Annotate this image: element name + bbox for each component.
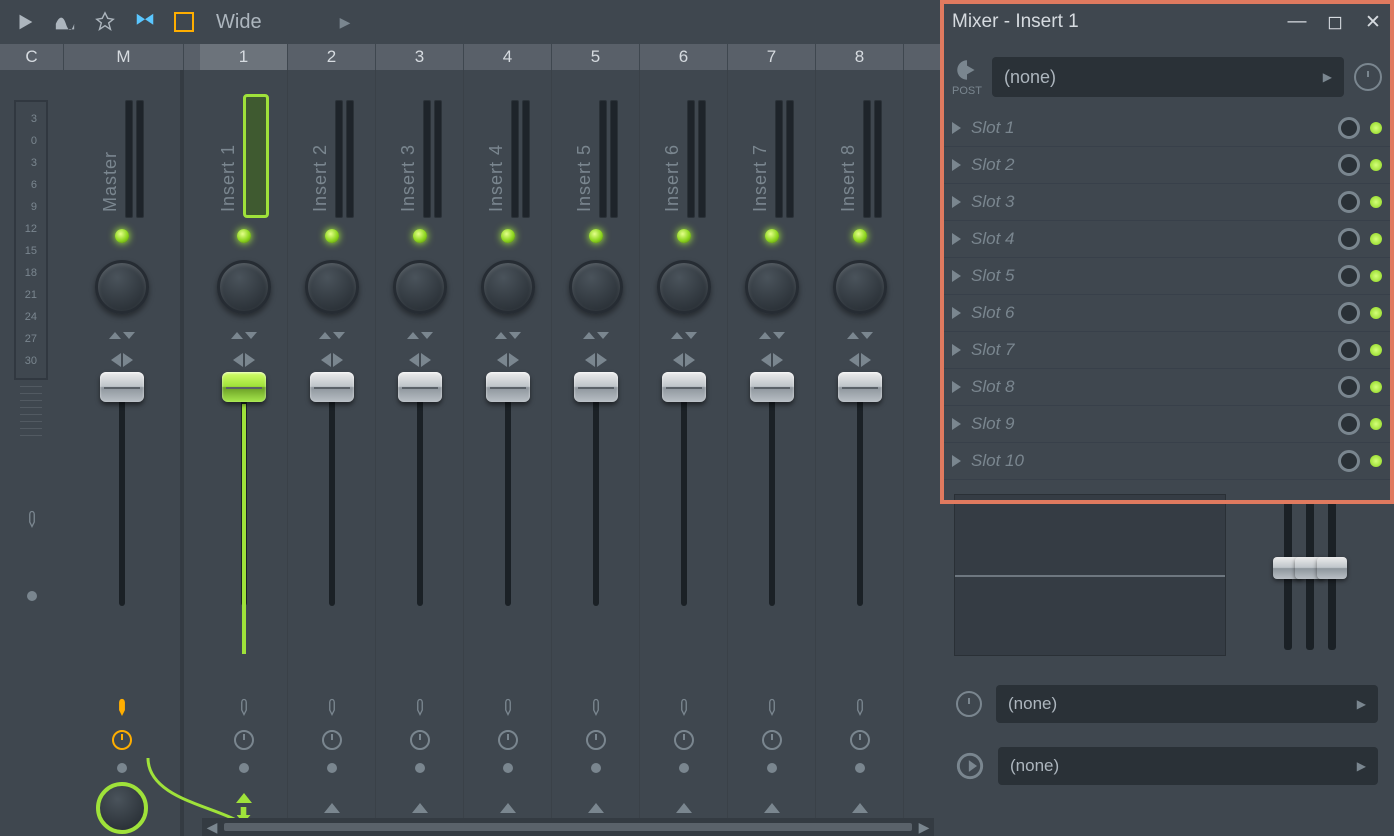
eq-high-fader[interactable] — [1328, 500, 1336, 650]
fx-slot-6[interactable]: Slot 6 — [940, 295, 1394, 332]
view-mode-dropdown[interactable]: ▶ — [340, 14, 351, 31]
insert-5-strip[interactable]: Insert 5 — [552, 70, 640, 836]
header-4[interactable]: 4 — [464, 44, 552, 70]
fx-slots: Slot 1 Slot 2 Slot 3 Slot 4 Slot 5 Slot … — [940, 110, 1394, 480]
time-dropdown[interactable]: (none)▶ — [996, 685, 1378, 723]
fx-slot-1[interactable]: Slot 1 — [940, 110, 1394, 147]
view-mode-icon[interactable] — [174, 12, 194, 32]
output-icon[interactable] — [956, 752, 984, 780]
mixer-scrollbar[interactable]: ◀ ▶ — [202, 818, 934, 836]
post-icon[interactable]: POST — [952, 57, 982, 97]
insert-3-strip[interactable]: Insert 3 — [376, 70, 464, 836]
insert-1-dock-dot[interactable] — [239, 763, 249, 773]
header-1[interactable]: 1 — [200, 44, 288, 70]
eq-section — [940, 480, 1394, 670]
header-c[interactable]: C — [0, 44, 64, 70]
eq-low-fader[interactable] — [1284, 500, 1292, 650]
db-scale: 3 0 3 6 9 12 15 18 21 24 27 30 — [0, 70, 64, 836]
close-icon[interactable]: ✕ — [1364, 13, 1382, 31]
pin-icon[interactable] — [94, 11, 116, 33]
flag-icon[interactable] — [134, 11, 156, 33]
fx-slot-10[interactable]: Slot 10 — [940, 443, 1394, 480]
fx-slot-8[interactable]: Slot 8 — [940, 369, 1394, 406]
master-pen-icon[interactable] — [113, 696, 131, 718]
maximize-icon[interactable]: ◻ — [1326, 13, 1344, 31]
slot-enable-led[interactable] — [1370, 122, 1382, 134]
master-mute-led[interactable] — [115, 229, 129, 243]
fx-title-text: Mixer - Insert 1 — [952, 11, 1079, 33]
fx-slot-7[interactable]: Slot 7 — [940, 332, 1394, 369]
view-mode-label[interactable]: Wide — [216, 11, 262, 34]
insert-1-fader[interactable] — [241, 376, 247, 606]
insert-1-clock-icon[interactable] — [234, 730, 254, 750]
insert-1-route-up[interactable] — [236, 793, 252, 803]
minimize-icon[interactable]: — — [1288, 13, 1306, 31]
header-m[interactable]: M — [64, 44, 184, 70]
master-fader[interactable] — [119, 376, 125, 606]
header-5[interactable]: 5 — [552, 44, 640, 70]
fx-slot-2[interactable]: Slot 2 — [940, 147, 1394, 184]
header-8[interactable]: 8 — [816, 44, 904, 70]
master-pan-knob[interactable] — [95, 260, 149, 314]
master-send-knob[interactable] — [96, 782, 148, 834]
insert-6-strip[interactable]: Insert 6 — [640, 70, 728, 836]
eq-mid-fader[interactable] — [1306, 500, 1314, 650]
fx-panel: Mixer - Insert 1 — ◻ ✕ POST (none)▶ Slot… — [940, 0, 1394, 836]
time-icon[interactable] — [956, 691, 982, 717]
insert-1-meter — [243, 94, 269, 218]
scroll-right-icon[interactable]: ▶ — [914, 818, 934, 836]
play-icon[interactable] — [14, 11, 36, 33]
wave-icon[interactable] — [54, 11, 76, 33]
pen-icon[interactable] — [23, 508, 41, 530]
insert-2-strip[interactable]: Insert 2 — [288, 70, 376, 836]
scroll-left-icon[interactable]: ◀ — [202, 818, 222, 836]
insert-8-strip[interactable]: Insert 8 — [816, 70, 904, 836]
fx-slot-9[interactable]: Slot 9 — [940, 406, 1394, 443]
insert-1-pen-icon[interactable] — [235, 696, 253, 718]
fx-slot-3[interactable]: Slot 3 — [940, 184, 1394, 221]
master-name: Master — [100, 151, 121, 212]
header-7[interactable]: 7 — [728, 44, 816, 70]
insert-1-pan-knob[interactable] — [217, 260, 271, 314]
insert-1-strip[interactable]: Insert 1 — [200, 70, 288, 836]
eq-display[interactable] — [954, 494, 1226, 656]
output-dropdown[interactable]: (none)▶ — [998, 747, 1378, 785]
dock-dot[interactable] — [27, 591, 37, 601]
master-dock-dot[interactable] — [117, 763, 127, 773]
fx-slot-4[interactable]: Slot 4 — [940, 221, 1394, 258]
insert-1-mute-led[interactable] — [237, 229, 251, 243]
input-dropdown[interactable]: (none)▶ — [992, 57, 1344, 97]
master-clock-icon[interactable] — [112, 730, 132, 750]
input-latency-icon[interactable] — [1354, 63, 1382, 91]
insert-7-strip[interactable]: Insert 7 — [728, 70, 816, 836]
slot-expand-icon[interactable] — [952, 122, 961, 134]
slot-mix-knob[interactable] — [1338, 117, 1360, 139]
fx-slot-5[interactable]: Slot 5 — [940, 258, 1394, 295]
header-3[interactable]: 3 — [376, 44, 464, 70]
master-strip[interactable]: Master — [64, 70, 184, 836]
insert-4-strip[interactable]: Insert 4 — [464, 70, 552, 836]
header-2[interactable]: 2 — [288, 44, 376, 70]
fx-titlebar: Mixer - Insert 1 — ◻ ✕ — [940, 0, 1394, 44]
header-6[interactable]: 6 — [640, 44, 728, 70]
insert-1-name: Insert 1 — [218, 144, 239, 212]
scroll-thumb[interactable] — [224, 823, 912, 831]
